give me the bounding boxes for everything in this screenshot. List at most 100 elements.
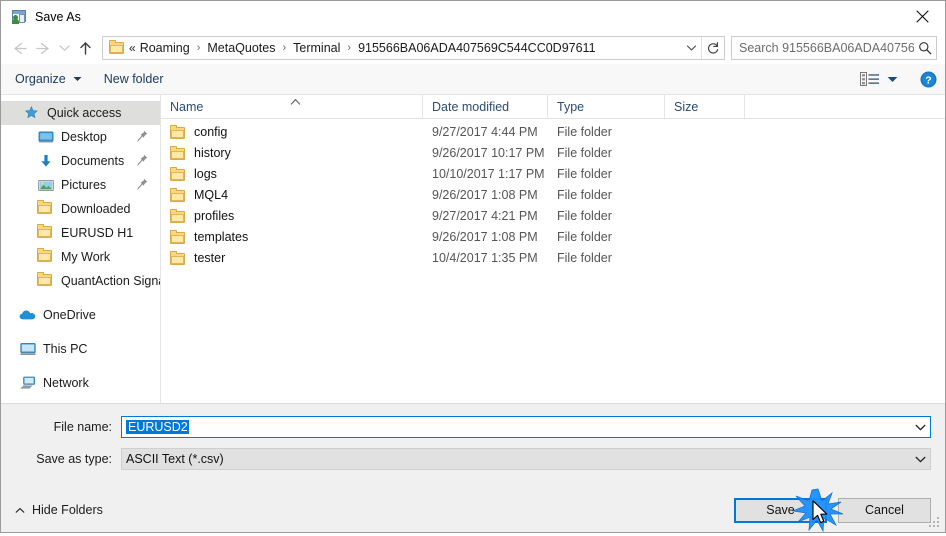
new-folder-label: New folder — [103, 72, 164, 86]
sidebar-item-quick-access[interactable]: Quick access — [1, 101, 160, 125]
file-type-cell: File folder — [557, 125, 612, 139]
file-name-label: File name: — [53, 420, 112, 434]
sidebar-label: This PC — [43, 342, 88, 356]
organize-button[interactable]: Organize — [15, 72, 82, 86]
file-date-cell: 9/27/2017 4:21 PM — [432, 209, 538, 223]
save-button[interactable]: Save — [734, 497, 827, 523]
column-header-size-label: Size — [674, 99, 699, 114]
sidebar-label: QuantAction Signal — [61, 274, 160, 288]
file-size-cell — [665, 248, 745, 269]
pin-icon[interactable] — [137, 178, 148, 193]
file-rows: config 9/27/2017 4:44 PM File folder his… — [161, 119, 945, 403]
chevron-down-icon[interactable] — [910, 456, 930, 463]
sidebar-item-network[interactable]: Network — [1, 371, 160, 395]
pin-icon[interactable] — [137, 130, 148, 145]
pin-icon[interactable] — [137, 154, 148, 169]
sidebar-label: Network — [43, 376, 89, 390]
sidebar-label: My Work — [61, 250, 111, 264]
file-date-cell: 10/4/2017 1:35 PM — [432, 251, 538, 265]
save-as-type-select[interactable]: ASCII Text (*.csv) — [121, 448, 931, 470]
breadcrumb-item-3[interactable]: 915566BA06ADA407569C544CC0D97611 — [356, 41, 597, 55]
forward-arrow-icon[interactable] — [31, 36, 55, 60]
new-folder-button[interactable]: New folder — [104, 72, 164, 86]
breadcrumb-item-1[interactable]: MetaQuotes — [205, 41, 277, 55]
table-row[interactable]: templates 9/26/2017 1:08 PM File folder — [161, 227, 945, 248]
file-date-cell: 10/10/2017 1:17 PM — [432, 167, 545, 181]
column-header-date-label: Date modified — [432, 99, 510, 114]
chevron-down-icon[interactable] — [910, 424, 930, 431]
dialog-footer: Hide Folders Save Cancel — [1, 488, 945, 532]
column-header-type[interactable]: Type — [548, 94, 665, 119]
sidebar-item-eurusd-h1[interactable]: EURUSD H1 — [1, 221, 160, 245]
breadcrumb: « Roaming › MetaQuotes › Terminal › 9155… — [129, 41, 681, 55]
command-toolbar: Organize New folder ? — [1, 64, 945, 95]
folder-icon — [170, 145, 186, 161]
file-name-label: tester — [194, 251, 226, 265]
cancel-button[interactable]: Cancel — [838, 497, 931, 523]
view-layout-icon[interactable] — [860, 71, 880, 87]
address-dropdown-icon[interactable] — [681, 37, 701, 59]
file-name-input[interactable]: EURUSD2 — [121, 416, 931, 438]
table-row[interactable]: config 9/27/2017 4:44 PM File folder — [161, 122, 945, 143]
address-bar[interactable]: « Roaming › MetaQuotes › Terminal › 9155… — [102, 36, 725, 60]
refresh-icon[interactable] — [701, 37, 724, 59]
file-name-label: config — [194, 125, 228, 139]
save-form: File name: EURUSD2 Save as type: ASCII T… — [1, 403, 945, 488]
onedrive-cloud-icon — [19, 307, 36, 323]
save-button-label: Save — [766, 503, 795, 517]
column-header-name[interactable]: Name — [161, 94, 423, 119]
back-arrow-icon[interactable] — [7, 36, 31, 60]
sidebar-item-my-work[interactable]: My Work — [1, 245, 160, 269]
up-arrow-icon[interactable] — [73, 36, 97, 60]
folder-icon — [170, 124, 186, 140]
table-row[interactable]: history 9/26/2017 10:17 PM File folder — [161, 143, 945, 164]
sidebar-item-downloaded[interactable]: Downloaded — [1, 197, 160, 221]
file-name-cell: config — [161, 122, 423, 143]
content-area: Quick access Desktop Documents Pictures … — [1, 94, 945, 403]
save-as-icon — [11, 9, 27, 25]
search-input[interactable]: Search 915566BA06ADA40756... — [731, 36, 937, 60]
table-row[interactable]: logs 10/10/2017 1:17 PM File folder — [161, 164, 945, 185]
sidebar-label: OneDrive — [43, 308, 96, 322]
column-header-size[interactable]: Size — [665, 94, 745, 119]
breadcrumb-overflow[interactable]: « — [129, 41, 138, 55]
folder-icon — [170, 250, 186, 266]
file-size-cell — [665, 185, 745, 206]
file-name-value-wrap: EURUSD2 — [122, 420, 910, 434]
file-type-cell: File folder — [557, 230, 612, 244]
breadcrumb-separator: › — [196, 42, 201, 54]
folder-icon — [37, 248, 54, 265]
hide-folders-button[interactable]: Hide Folders — [15, 503, 103, 517]
sidebar-item-desktop[interactable]: Desktop — [1, 125, 160, 149]
table-row[interactable]: tester 10/4/2017 1:35 PM File folder — [161, 248, 945, 269]
sidebar-label: Documents — [61, 154, 125, 168]
navigation-bar: « Roaming › MetaQuotes › Terminal › 9155… — [1, 32, 945, 64]
file-size-cell — [665, 143, 745, 164]
toolbar-right-group: ? — [860, 71, 937, 88]
breadcrumb-item-0[interactable]: Roaming — [138, 41, 192, 55]
breadcrumb-item-2[interactable]: Terminal — [291, 41, 342, 55]
column-header-date-modified[interactable]: Date modified — [423, 94, 548, 119]
resize-grip[interactable] — [929, 517, 941, 529]
view-dropdown-chevron-icon[interactable] — [887, 76, 898, 83]
recent-locations-chevron-icon[interactable] — [55, 36, 73, 60]
file-name-cell: profiles — [161, 206, 423, 227]
table-row[interactable]: profiles 9/27/2017 4:21 PM File folder — [161, 206, 945, 227]
sidebar-item-documents[interactable]: Documents — [1, 149, 160, 173]
sidebar-item-quantaction-signal[interactable]: QuantAction Signal — [1, 269, 160, 293]
sidebar-label: Quick access — [47, 106, 122, 120]
file-size-cell — [665, 122, 745, 143]
table-row[interactable]: MQL4 9/26/2017 1:08 PM File folder — [161, 185, 945, 206]
star-icon — [23, 105, 40, 121]
file-list-pane: Name Date modified Type Size config 9/27… — [161, 94, 945, 403]
file-type-cell: File folder — [557, 209, 612, 223]
sidebar-item-onedrive[interactable]: OneDrive — [1, 303, 160, 327]
search-placeholder: Search 915566BA06ADA40756... — [739, 41, 914, 55]
help-icon[interactable]: ? — [920, 71, 937, 88]
file-type-cell: File folder — [557, 251, 612, 265]
sidebar-item-this-pc[interactable]: This PC — [1, 337, 160, 361]
cancel-button-label: Cancel — [865, 503, 904, 517]
close-button[interactable] — [899, 1, 945, 31]
sort-ascending-icon — [289, 95, 302, 114]
sidebar-item-pictures[interactable]: Pictures — [1, 173, 160, 197]
